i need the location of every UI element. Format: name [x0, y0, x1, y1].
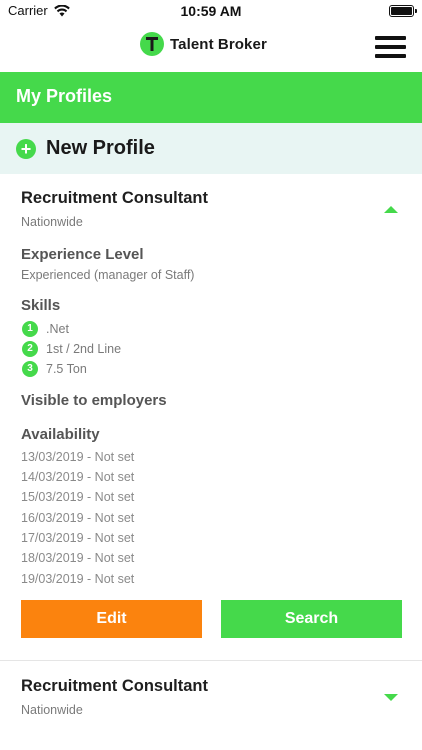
experience-heading: Experience Level [21, 246, 144, 263]
profile-card: Recruitment Consultant Nationwide [0, 660, 422, 750]
app-name: Talent Broker [170, 35, 267, 53]
plus-circle-icon: + [16, 138, 36, 159]
skill-label: .Net [46, 322, 69, 336]
skill-item: 1 .Net [22, 321, 69, 337]
new-profile-label: New Profile [46, 137, 155, 159]
chevron-up-icon[interactable] [384, 206, 398, 213]
talent-broker-logo-icon [140, 32, 164, 56]
profile-location: Nationwide [21, 215, 83, 229]
availability-item: 14/03/2019 - Not set [21, 470, 135, 484]
section-header: My Profiles [0, 72, 422, 123]
experience-value: Experienced (manager of Staff) [21, 268, 195, 282]
availability-item: 15/03/2019 - Not set [21, 490, 135, 504]
edit-button[interactable]: Edit [21, 600, 202, 638]
status-time: 10:59 AM [180, 3, 242, 19]
top-nav-bar: Talent Broker [0, 22, 422, 72]
battery-icon [389, 5, 417, 17]
skill-number-badge: 1 [22, 321, 38, 337]
profile-location: Nationwide [21, 703, 83, 717]
skill-number-badge: 2 [22, 341, 38, 357]
app-logo[interactable]: Talent Broker [140, 32, 267, 56]
skill-item: 3 7.5 Ton [22, 361, 87, 377]
hamburger-menu-icon[interactable] [375, 36, 406, 58]
availability-heading: Availability [21, 426, 100, 443]
status-bar: Carrier 10:59 AM [0, 0, 422, 22]
profile-title: Recruitment Consultant [21, 677, 209, 695]
availability-item: 17/03/2019 - Not set [21, 531, 135, 545]
skills-heading: Skills [21, 297, 61, 314]
skill-item: 2 1st / 2nd Line [22, 341, 121, 357]
chevron-down-icon[interactable] [384, 694, 398, 701]
availability-item: 19/03/2019 - Not set [21, 572, 135, 586]
availability-item: 13/03/2019 - Not set [21, 450, 135, 464]
skill-label: 7.5 Ton [46, 362, 87, 376]
logo-t-glyph [146, 37, 158, 51]
skill-label: 1st / 2nd Line [46, 342, 122, 356]
skill-number-badge: 3 [22, 361, 38, 377]
profile-title: Recruitment Consultant [21, 189, 209, 207]
availability-item: 18/03/2019 - Not set [21, 551, 135, 565]
search-button[interactable]: Search [221, 600, 402, 638]
profile-card: Recruitment Consultant Nationwide Experi… [0, 174, 422, 659]
new-profile-button[interactable]: + New Profile [0, 123, 422, 174]
page-title: My Profiles [16, 86, 113, 106]
availability-item: 16/03/2019 - Not set [21, 511, 135, 525]
visibility-status: Visible to employers [21, 392, 167, 409]
